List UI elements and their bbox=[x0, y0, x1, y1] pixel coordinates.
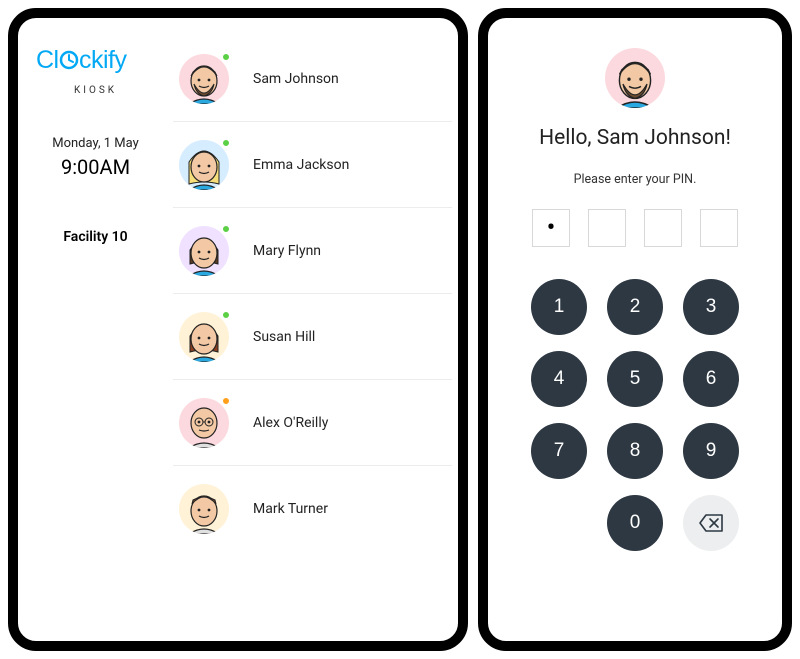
keypad-blank bbox=[531, 495, 587, 551]
brand-logo: Cl ckify bbox=[28, 46, 163, 83]
pin-input-boxes bbox=[532, 209, 738, 247]
greeting-text: Hello, Sam Johnson! bbox=[539, 126, 731, 150]
greeting-prefix: Hello, bbox=[539, 126, 597, 150]
keypad-key-6[interactable]: 6 bbox=[683, 351, 739, 407]
greeting-name: Sam Johnson bbox=[597, 126, 726, 150]
employee-avatar bbox=[179, 484, 229, 534]
brand-subtitle: KIOSK bbox=[28, 85, 163, 96]
employee-avatar bbox=[179, 140, 229, 190]
current-time: 9:00AM bbox=[28, 155, 163, 179]
kiosk-list-screen: Cl ckify KIOSK Monday, 1 May 9:00AM Faci… bbox=[8, 8, 468, 651]
kiosk-side-panel: Cl ckify KIOSK Monday, 1 May 9:00AM Faci… bbox=[18, 18, 173, 641]
selected-employee-avatar bbox=[605, 48, 665, 108]
employee-name: Sam Johnson bbox=[253, 71, 339, 87]
pin-digit-box bbox=[700, 209, 738, 247]
current-date: Monday, 1 May bbox=[28, 136, 163, 151]
keypad-key-0[interactable]: 0 bbox=[607, 495, 663, 551]
employee-row[interactable]: Sam Johnson bbox=[173, 36, 452, 122]
status-dot bbox=[221, 138, 231, 148]
employee-avatar bbox=[179, 54, 229, 104]
keypad-key-1[interactable]: 1 bbox=[531, 279, 587, 335]
employee-avatar bbox=[179, 398, 229, 448]
pin-digit-box bbox=[532, 209, 570, 247]
keypad-key-8[interactable]: 8 bbox=[607, 423, 663, 479]
backspace-icon bbox=[699, 514, 723, 532]
employee-name: Susan Hill bbox=[253, 329, 315, 345]
employee-name: Alex O'Reilly bbox=[253, 415, 328, 431]
pin-digit-box bbox=[644, 209, 682, 247]
pin-keypad: 123 456 7890 bbox=[531, 279, 739, 551]
employee-row[interactable]: Susan Hill bbox=[173, 294, 452, 380]
employee-avatar bbox=[179, 226, 229, 276]
keypad-key-2[interactable]: 2 bbox=[607, 279, 663, 335]
status-dot bbox=[221, 396, 231, 406]
svg-text:Cl: Cl bbox=[36, 46, 59, 74]
keypad-key-7[interactable]: 7 bbox=[531, 423, 587, 479]
employee-row[interactable]: Mark Turner bbox=[173, 466, 452, 552]
clockify-logo-icon: Cl ckify bbox=[36, 46, 156, 76]
employee-row[interactable]: Emma Jackson bbox=[173, 122, 452, 208]
employee-row[interactable]: Alex O'Reilly bbox=[173, 380, 452, 466]
facility-name: Facility 10 bbox=[28, 229, 163, 245]
keypad-backspace[interactable] bbox=[683, 495, 739, 551]
keypad-key-4[interactable]: 4 bbox=[531, 351, 587, 407]
keypad-key-9[interactable]: 9 bbox=[683, 423, 739, 479]
status-dot bbox=[221, 52, 231, 62]
employee-name: Mark Turner bbox=[253, 501, 328, 517]
pin-digit-box bbox=[588, 209, 626, 247]
pin-prompt: Please enter your PIN. bbox=[574, 172, 697, 187]
keypad-key-3[interactable]: 3 bbox=[683, 279, 739, 335]
employee-avatar bbox=[179, 312, 229, 362]
keypad-key-5[interactable]: 5 bbox=[607, 351, 663, 407]
svg-text:ckify: ckify bbox=[79, 46, 128, 74]
kiosk-pin-screen: Hello, Sam Johnson! Please enter your PI… bbox=[478, 8, 792, 651]
employee-name: Mary Flynn bbox=[253, 243, 321, 259]
greeting-suffix: ! bbox=[725, 126, 730, 150]
status-dot bbox=[221, 224, 231, 234]
employee-row[interactable]: Mary Flynn bbox=[173, 208, 452, 294]
status-dot bbox=[221, 310, 231, 320]
employee-name: Emma Jackson bbox=[253, 157, 349, 173]
employee-list: Sam Johnson Emma Jackson Mary Flynn Susan H… bbox=[173, 18, 458, 641]
